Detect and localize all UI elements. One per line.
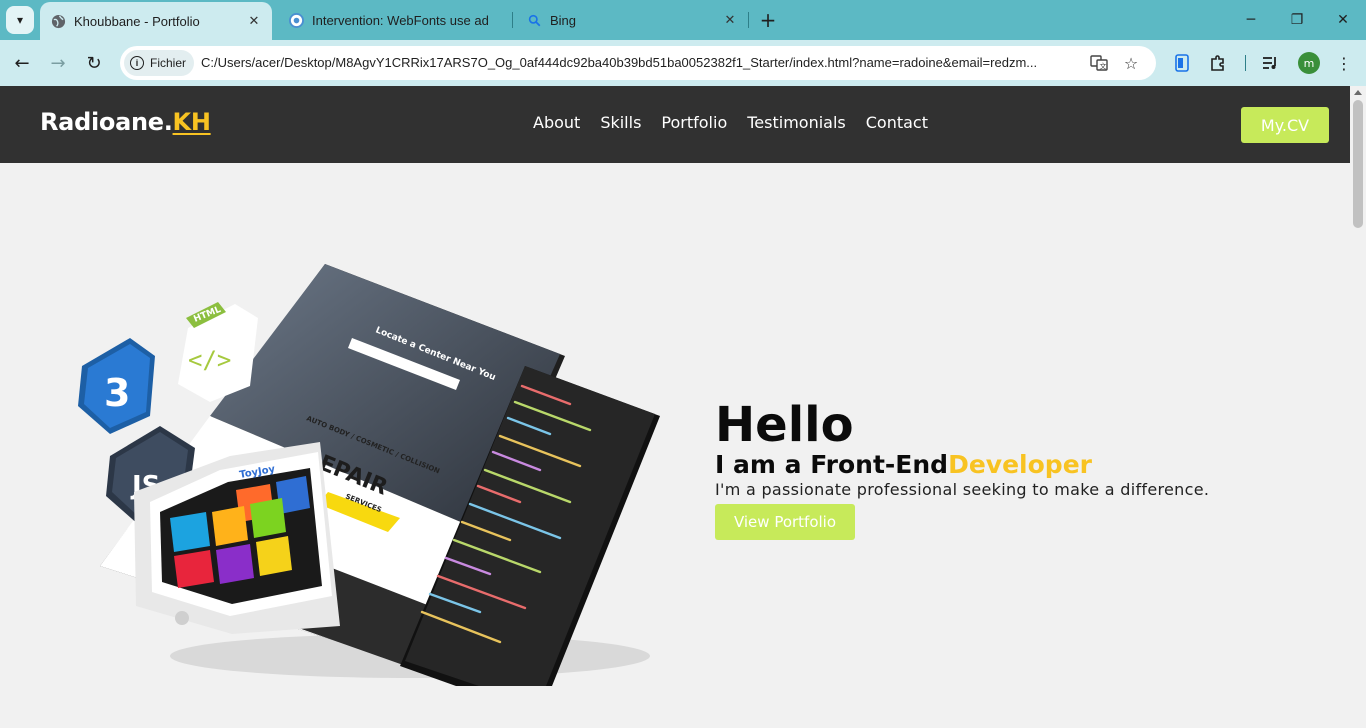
- globe-icon: [50, 13, 66, 29]
- page-viewport: Radioane.KH About Skills Portfolio Testi…: [0, 86, 1366, 728]
- minimize-icon: ─: [1246, 12, 1256, 28]
- hero-text: Hello I am a Front-EndDeveloper I'm a pa…: [715, 398, 1209, 540]
- toolbar-separator: [1245, 55, 1246, 71]
- hero-greeting: Hello: [715, 397, 854, 453]
- tab-bing[interactable]: Bing ✕: [516, 0, 748, 40]
- url-text[interactable]: C:/Users/acer/Desktop/M8AgvY1CRRix17ARS7…: [201, 46, 1081, 80]
- hero-illustration: REPAIR AUTO BODY / COSMETIC / COLLISION …: [70, 256, 680, 716]
- restore-button[interactable]: ❐: [1274, 0, 1320, 40]
- address-bar[interactable]: i Fichier C:/Users/acer/Desktop/M8AgvY1C…: [120, 46, 1156, 80]
- tab-intervention[interactable]: Intervention: WebFonts use ad: [278, 0, 510, 40]
- back-button[interactable]: ←: [7, 48, 37, 78]
- view-portfolio-button[interactable]: View Portfolio: [715, 504, 855, 540]
- role-accent: Developer: [948, 450, 1092, 479]
- close-icon: ✕: [1337, 12, 1349, 28]
- site-chip-label: Fichier: [150, 56, 187, 70]
- site-logo[interactable]: Radioane.KH: [40, 108, 211, 136]
- css3-badge: 3: [78, 338, 155, 434]
- browser-tab-bar: ▾ Khoubbane - Portfolio ✕ Intervention: …: [0, 0, 1366, 40]
- scroll-up-arrow-icon[interactable]: [1354, 90, 1362, 95]
- hero-role: I am a Front-EndDeveloper: [715, 450, 1209, 480]
- tab-search-button[interactable]: ▾: [6, 6, 34, 34]
- arrow-left-icon: ←: [14, 52, 30, 74]
- nav-link-contact[interactable]: Contact: [866, 113, 928, 132]
- forward-button[interactable]: →: [43, 48, 73, 78]
- role-prefix: I am a Front-End: [715, 450, 949, 479]
- info-icon: i: [130, 56, 144, 70]
- tab-title: Intervention: WebFonts use ad: [312, 12, 489, 28]
- close-tab-icon[interactable]: ✕: [244, 11, 264, 31]
- cv-button[interactable]: My.CV: [1241, 107, 1329, 143]
- svg-text:</>: </>: [188, 346, 231, 374]
- logo-main: Radioane.: [40, 108, 173, 136]
- site-info-chip[interactable]: i Fichier: [124, 50, 195, 76]
- nav-link-skills[interactable]: Skills: [600, 113, 641, 132]
- tab-separator: [748, 12, 749, 28]
- plus-icon: +: [759, 8, 777, 32]
- main-nav: About Skills Portfolio Testimonials Cont…: [533, 113, 928, 132]
- extensions-icon[interactable]: [1205, 50, 1231, 76]
- star-icon[interactable]: ☆: [1119, 51, 1143, 75]
- hero-tagline: I'm a passionate professional seeking to…: [715, 480, 1210, 499]
- logo-accent: KH: [172, 108, 211, 136]
- tab-title: Bing: [550, 12, 577, 28]
- tab-separator: [512, 12, 513, 28]
- site-header: Radioane.KH About Skills Portfolio Testi…: [0, 86, 1350, 163]
- tab-portfolio[interactable]: Khoubbane - Portfolio ✕: [40, 2, 272, 40]
- nav-link-portfolio[interactable]: Portfolio: [661, 113, 727, 132]
- more-menu-icon[interactable]: ⋮: [1331, 50, 1357, 76]
- profile-avatar[interactable]: m: [1298, 52, 1320, 74]
- minimize-button[interactable]: ─: [1228, 0, 1274, 40]
- scrollbar-thumb[interactable]: [1353, 100, 1363, 228]
- restore-icon: ❐: [1290, 12, 1304, 28]
- close-tab-icon[interactable]: ✕: [720, 10, 740, 30]
- nav-link-testimonials[interactable]: Testimonials: [747, 113, 846, 132]
- html-badge: HTML </>: [178, 302, 258, 402]
- new-tab-button[interactable]: +: [756, 8, 780, 32]
- reload-icon: ↻: [86, 52, 102, 74]
- svg-text:3: 3: [104, 371, 130, 415]
- chrome-icon: [288, 12, 304, 28]
- search-icon: [526, 12, 542, 28]
- tab-title: Khoubbane - Portfolio: [74, 13, 200, 29]
- svg-text:文: 文: [1100, 62, 1107, 71]
- nav-link-about[interactable]: About: [533, 113, 580, 132]
- media-controls-icon[interactable]: [1258, 50, 1284, 76]
- reload-button[interactable]: ↻: [79, 48, 109, 78]
- page-scrollbar[interactable]: [1350, 86, 1366, 728]
- chevron-down-icon: ▾: [16, 13, 24, 27]
- arrow-right-icon: →: [50, 52, 66, 74]
- translate-icon[interactable]: 文: [1087, 51, 1111, 75]
- reading-mode-icon[interactable]: [1169, 50, 1195, 76]
- browser-toolbar: ← → ↻ i Fichier C:/Users/acer/Desktop/M8…: [0, 40, 1366, 86]
- close-window-button[interactable]: ✕: [1320, 0, 1366, 40]
